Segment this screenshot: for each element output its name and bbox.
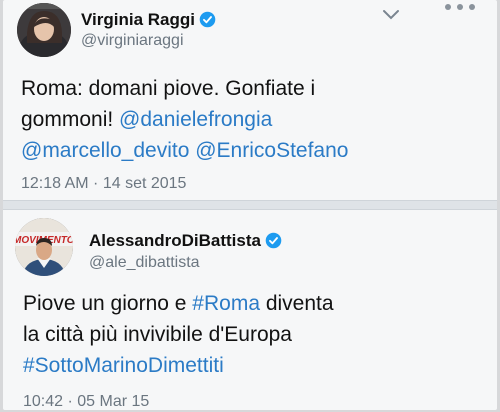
more-dots-icon[interactable]: [443, 2, 477, 12]
author-name-text: AlessandroDiBattista: [89, 231, 261, 250]
mention-link[interactable]: @marcello_devito: [21, 139, 189, 162]
tweet-line-3: @marcello_devito @EnricoStefano: [21, 135, 491, 166]
verified-badge-icon: [199, 11, 216, 28]
avatar-photo: MOVIMENTO: [15, 218, 73, 276]
author-handle[interactable]: @ale_dibattista: [89, 254, 200, 272]
tweet-line-1: Roma: domani piove. Gonfiate i: [21, 77, 316, 100]
author-name[interactable]: AlessandroDiBattista: [89, 231, 282, 251]
hashtag-link[interactable]: #Roma: [192, 292, 260, 315]
author-name-text: Virginia Raggi: [81, 10, 195, 29]
tweet-timestamp[interactable]: 10:42 · 05 Mar 15: [23, 393, 149, 411]
tweet-timestamp[interactable]: 12:18 AM · 14 set 2015: [21, 175, 186, 193]
verified-badge-icon: [265, 232, 282, 249]
chevron-down-icon[interactable]: [381, 8, 401, 22]
hashtag-link[interactable]: #SottoMarinoDimettiti: [23, 354, 224, 377]
avatar-photo: [17, 3, 71, 57]
mention-link[interactable]: @EnricoStefano: [195, 139, 348, 162]
mention-link[interactable]: @danielefrongia: [119, 108, 272, 131]
author-handle[interactable]: @virginiaraggi: [81, 32, 184, 50]
screenshot-frame: Virginia Raggi @virginiaraggi Roma: doma…: [3, 0, 497, 410]
tweet-line-1-text: Piove un giorno e: [23, 292, 193, 315]
tweet-line-3: #SottoMarinoDimettiti: [23, 350, 493, 381]
avatar[interactable]: MOVIMENTO: [15, 218, 73, 276]
avatar[interactable]: [17, 3, 71, 57]
author-name[interactable]: Virginia Raggi: [81, 10, 216, 30]
tweet-text: Roma: domani piove. Gonfiate i gommoni! …: [21, 73, 491, 166]
tweet-line-1: Piove un giorno e #Roma diventa: [23, 288, 493, 319]
tweet-line-2: gommoni! @danielefrongia: [21, 104, 491, 135]
tweet-card-raggi[interactable]: Virginia Raggi @virginiaraggi Roma: doma…: [3, 0, 497, 200]
tweet-line-2-text: gommoni!: [21, 108, 120, 131]
tweet-line-2: la città più invivibile d'Europa: [23, 323, 292, 346]
tweet-text: Piove un giorno e #Roma diventa la città…: [23, 288, 493, 381]
tweet-line-1-rest: diventa: [260, 292, 334, 315]
